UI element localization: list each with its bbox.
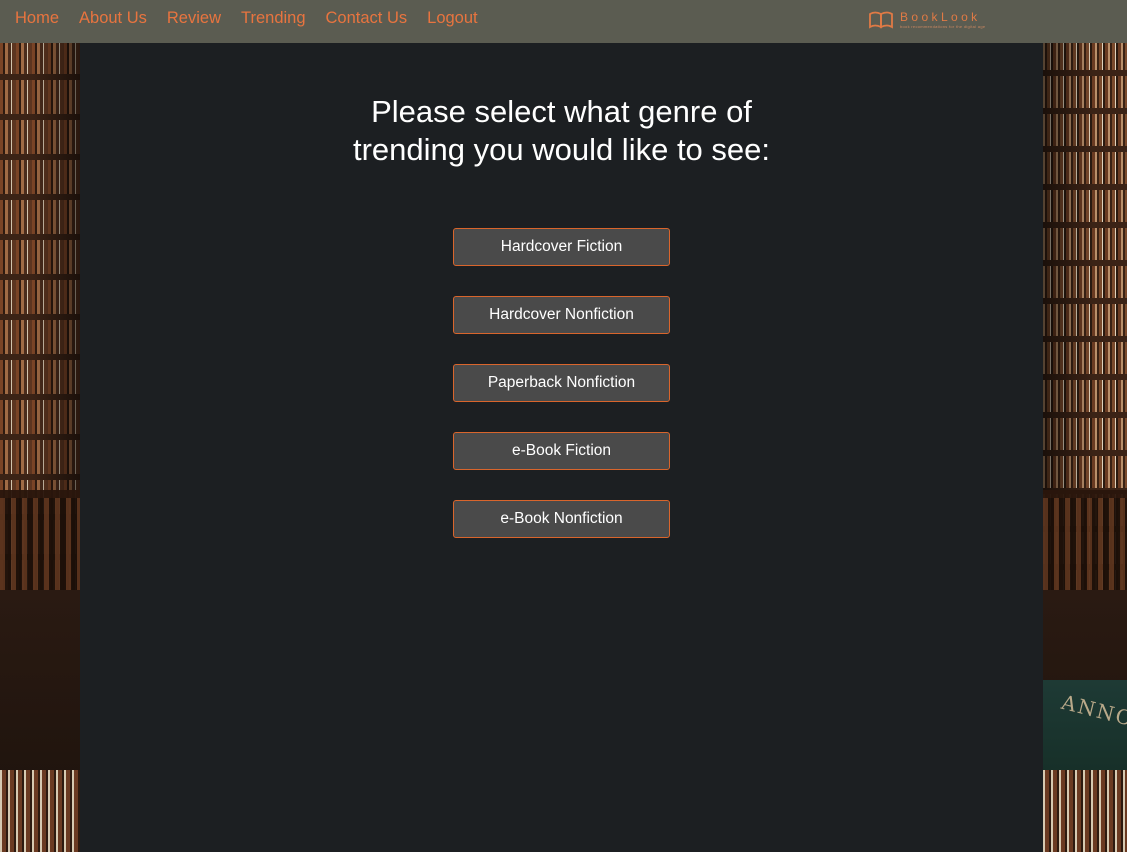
top-navbar: Home About Us Review Trending Contact Us… — [0, 0, 1127, 43]
balcony-railing — [0, 490, 80, 590]
genre-button-hardcover-nonfiction[interactable]: Hardcover Nonfiction — [453, 296, 670, 334]
nav-link-logout[interactable]: Logout — [427, 8, 477, 28]
page-heading: Please select what genre of trending you… — [352, 94, 771, 167]
lower-bookshelf — [0, 770, 80, 852]
nav-link-review[interactable]: Review — [167, 8, 221, 28]
nav-link-home[interactable]: Home — [15, 8, 59, 28]
nav-links: Home About Us Review Trending Contact Us… — [15, 8, 478, 28]
open-book-icon — [868, 11, 894, 29]
balcony-railing — [1043, 490, 1127, 590]
main-panel: Please select what genre of trending you… — [80, 43, 1043, 852]
genre-button-ebook-nonfiction[interactable]: e-Book Nonfiction — [453, 500, 670, 538]
inscription-text: ANNO — [1059, 690, 1127, 732]
lower-bookshelf — [1043, 770, 1127, 852]
genre-button-ebook-fiction[interactable]: e-Book Fiction — [453, 432, 670, 470]
nav-link-trending[interactable]: Trending — [241, 8, 306, 28]
nav-link-contact-us[interactable]: Contact Us — [326, 8, 408, 28]
genre-button-paperback-nonfiction[interactable]: Paperback Nonfiction — [453, 364, 670, 402]
nav-link-about-us[interactable]: About Us — [79, 8, 147, 28]
site-logo[interactable]: BookLook book recommendations for the di… — [868, 11, 985, 29]
genre-button-list: Hardcover Fiction Hardcover Nonfiction P… — [453, 228, 670, 538]
background-bookshelf-left — [0, 0, 80, 852]
logo-name: BookLook — [900, 10, 981, 24]
logo-text: BookLook book recommendations for the di… — [900, 11, 985, 29]
inscription-panel: ANNO — [1043, 680, 1127, 770]
genre-button-hardcover-fiction[interactable]: Hardcover Fiction — [453, 228, 670, 266]
background-bookshelf-right: ANNO — [1043, 0, 1127, 852]
logo-tagline: book recommendations for the digital age — [900, 24, 986, 29]
